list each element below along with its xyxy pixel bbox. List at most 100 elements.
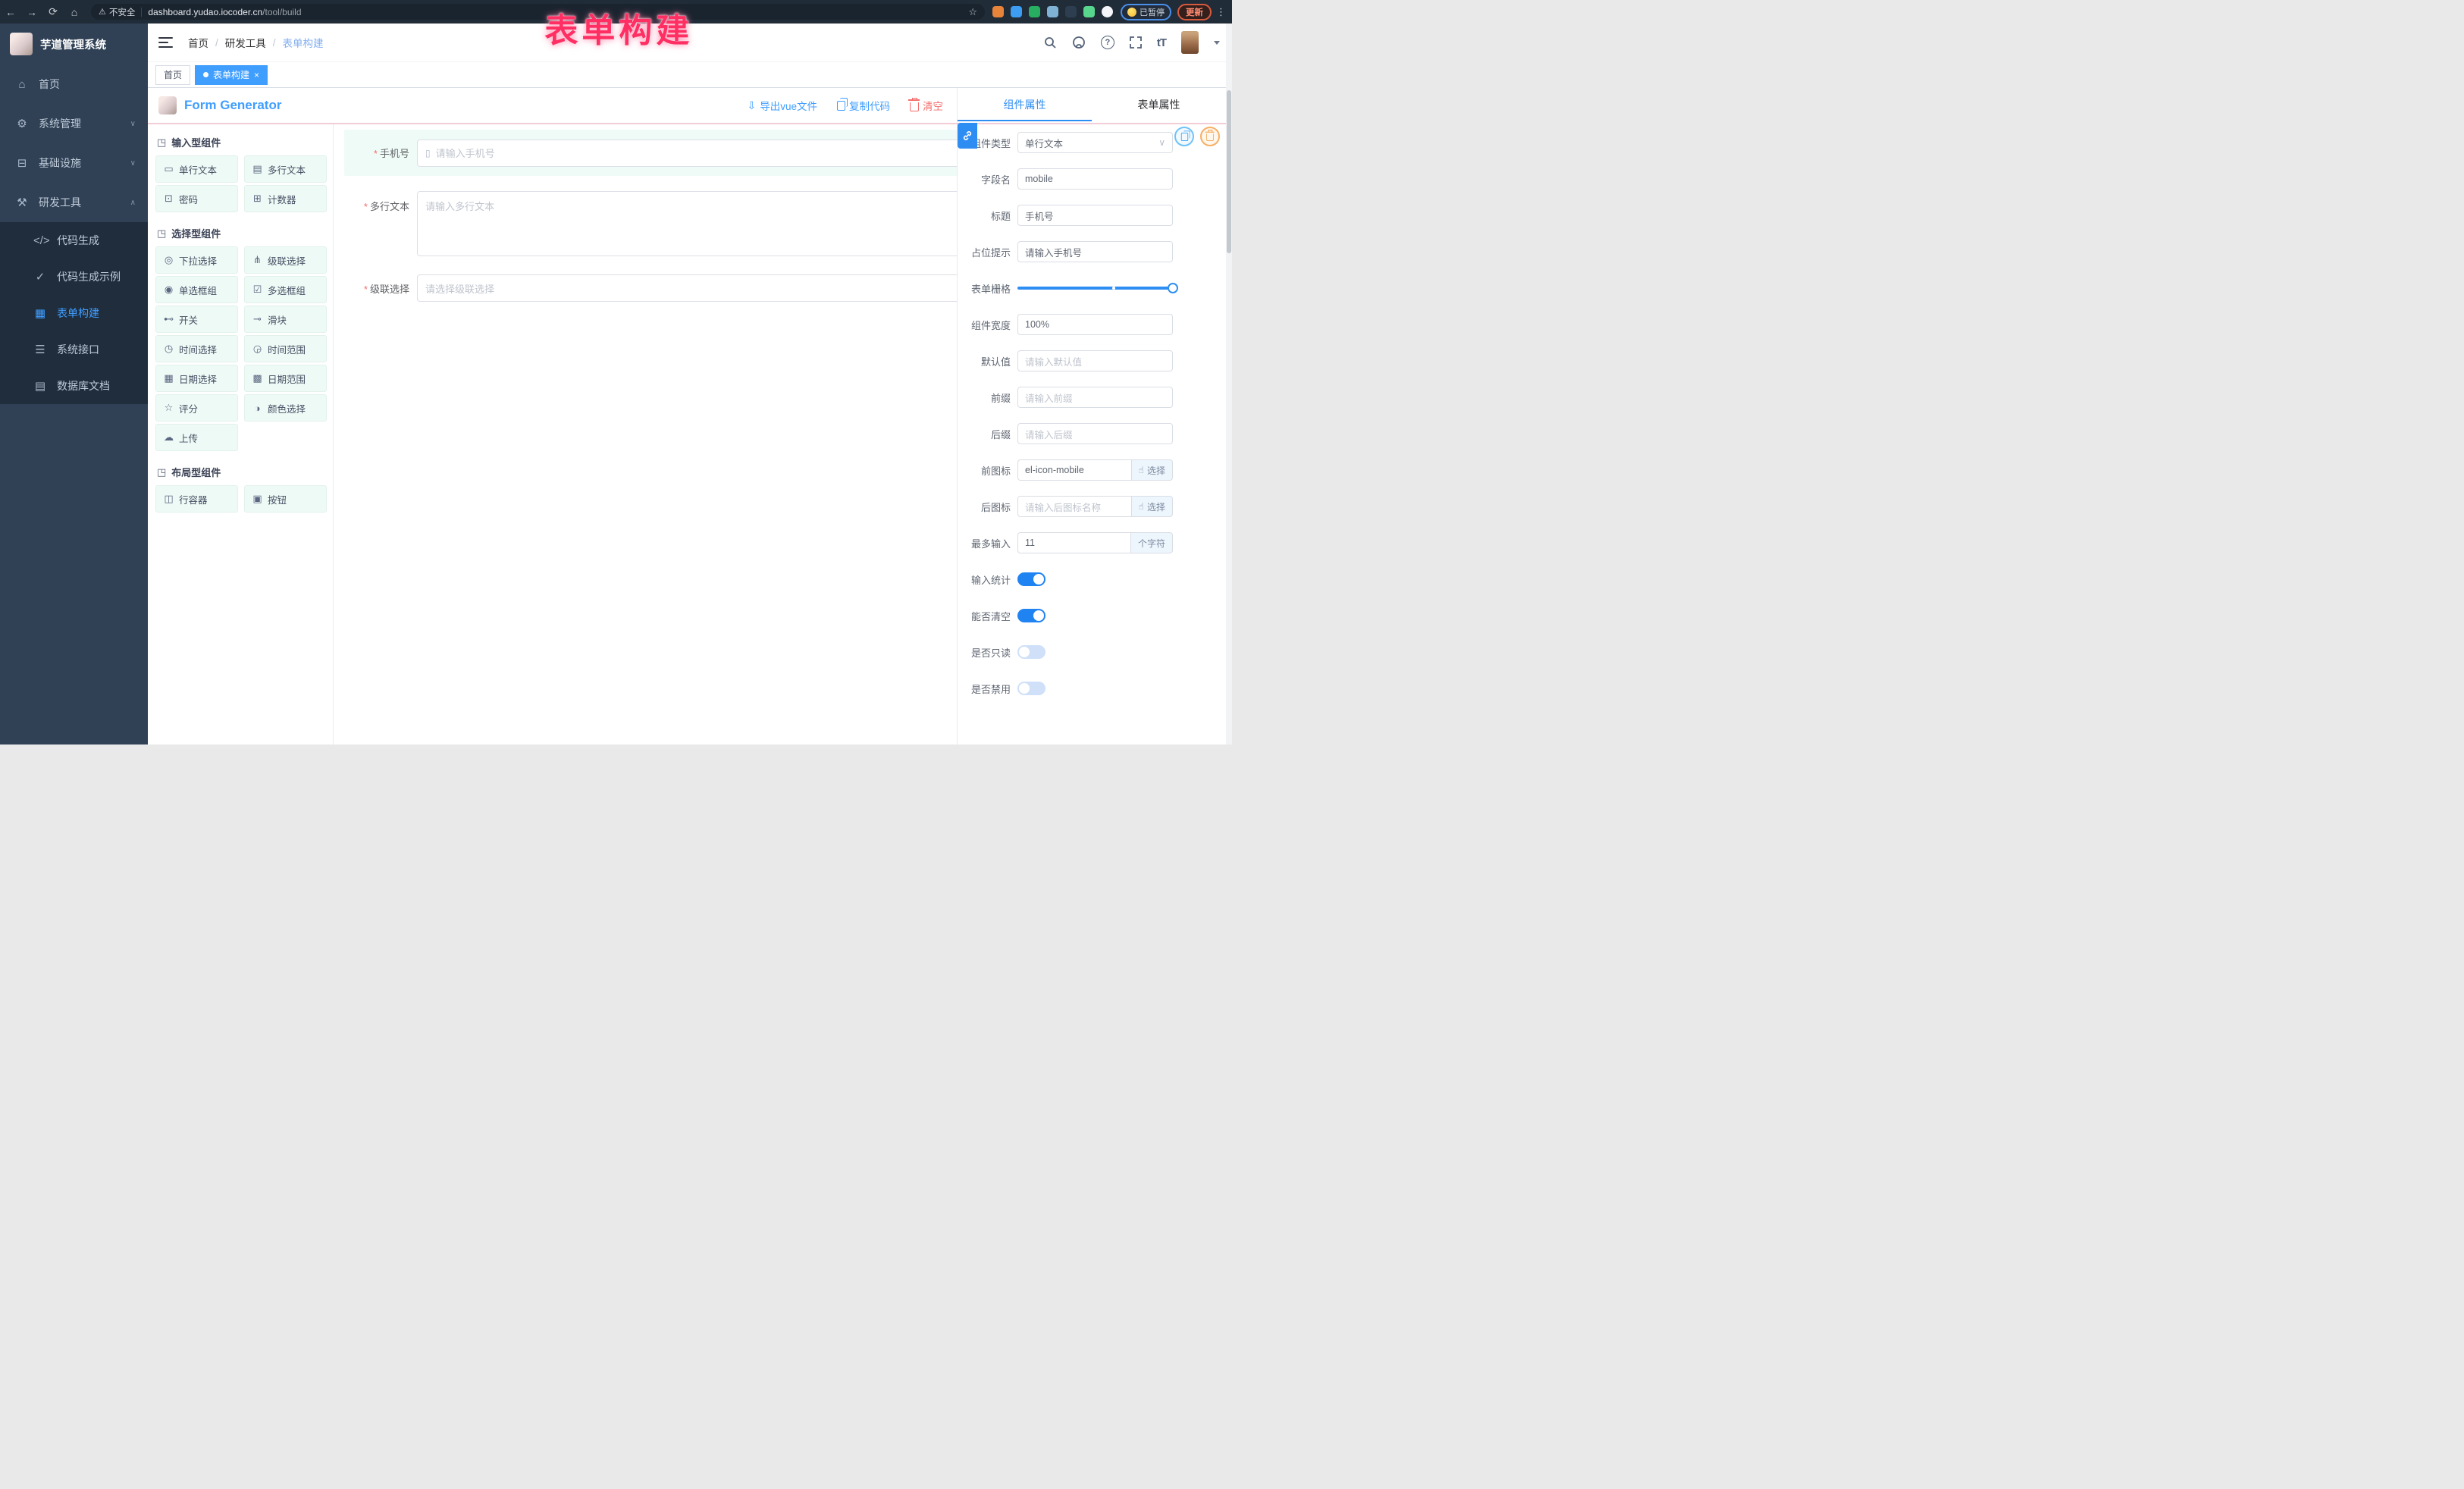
- input-前图标[interactable]: el-icon-mobile: [1017, 459, 1132, 481]
- required-asterisk: *: [364, 284, 368, 295]
- palette-item-评分[interactable]: ☆评分: [155, 394, 238, 422]
- extension-icon[interactable]: [1011, 6, 1022, 17]
- delete-field-button[interactable]: [1200, 127, 1220, 146]
- browser-menu-icon[interactable]: ⋮: [1216, 6, 1226, 18]
- input-icon: ▭: [163, 163, 174, 175]
- submenu-item-label: 系统接口: [57, 342, 99, 357]
- palette-item-时间范围[interactable]: ◶时间范围: [244, 335, 327, 362]
- sidebar-item-系统管理[interactable]: ⚙系统管理∨: [0, 104, 148, 143]
- input-字段名[interactable]: mobile: [1017, 168, 1173, 190]
- home-icon[interactable]: ⌂: [64, 6, 85, 18]
- sidebar-item-首页[interactable]: ⌂首页: [0, 64, 148, 104]
- tab-form-props[interactable]: 表单属性: [1092, 88, 1226, 121]
- extension-icon[interactable]: [992, 6, 1004, 17]
- caret-down-icon[interactable]: [1214, 41, 1220, 45]
- input-标题[interactable]: 手机号: [1017, 205, 1173, 226]
- update-button[interactable]: 更新: [1177, 4, 1212, 20]
- extension-icon[interactable]: [1083, 6, 1095, 17]
- panel-row-标题: 标题手机号: [962, 205, 1173, 226]
- input-后缀[interactable]: 请输入后缀: [1017, 423, 1173, 444]
- palette-item-多选框组[interactable]: ☑多选框组: [244, 276, 327, 303]
- paused-extension-badge[interactable]: 已暂停: [1121, 4, 1171, 20]
- slider-handle[interactable]: [1168, 283, 1178, 293]
- palette-item-行容器[interactable]: ◫行容器: [155, 485, 238, 513]
- palette-item-上传[interactable]: ☁上传: [155, 424, 238, 451]
- palette-item-开关[interactable]: ⊷开关: [155, 306, 238, 333]
- export-vue-button[interactable]: ⇩ 导出vue文件: [747, 98, 817, 113]
- breadcrumb-home[interactable]: 首页: [188, 35, 208, 50]
- submenu-item-代码生成[interactable]: </>代码生成: [0, 222, 148, 259]
- palette-item-时间选择[interactable]: ◷时间选择: [155, 335, 238, 362]
- search-icon[interactable]: [1044, 36, 1057, 49]
- palette-item-label: 密码: [179, 192, 198, 206]
- submenu-item-表单构建[interactable]: ▦表单构建: [0, 295, 148, 331]
- extension-icon[interactable]: [1065, 6, 1077, 17]
- breadcrumb: 首页 / 研发工具 / 表单构建: [188, 35, 324, 50]
- submenu-item-代码生成示例[interactable]: ✓代码生成示例: [0, 259, 148, 295]
- sidebar-item-研发工具[interactable]: ⚒研发工具∧: [0, 183, 148, 222]
- palette-item-密码[interactable]: ⊡密码: [155, 185, 238, 212]
- palette-item-计数器[interactable]: ⊞计数器: [244, 185, 327, 212]
- extension-icon[interactable]: [1047, 6, 1058, 17]
- palette-item-单行文本[interactable]: ▭单行文本: [155, 155, 238, 183]
- component-icon: ◳: [157, 136, 166, 149]
- extension-icon[interactable]: [1029, 6, 1040, 17]
- switch-是否只读[interactable]: [1017, 645, 1045, 659]
- scrollbar-thumb[interactable]: [1227, 90, 1231, 253]
- switch-输入统计[interactable]: [1017, 572, 1045, 586]
- divider: [141, 8, 142, 17]
- copy-field-button[interactable]: [1174, 127, 1194, 146]
- palette-item-下拉选择[interactable]: ◎下拉选择: [155, 246, 238, 274]
- code-icon: </>: [33, 234, 47, 247]
- forward-icon[interactable]: →: [21, 6, 42, 18]
- extension-icon[interactable]: [1102, 6, 1113, 17]
- palette-item-滑块[interactable]: ⊸滑块: [244, 306, 327, 333]
- copy-code-button[interactable]: 复制代码: [837, 98, 890, 113]
- switch-是否禁用[interactable]: [1017, 682, 1045, 695]
- input-默认值[interactable]: 请输入默认值: [1017, 350, 1173, 371]
- palette-item-多行文本[interactable]: ▤多行文本: [244, 155, 327, 183]
- input-最多输入[interactable]: 11: [1017, 532, 1131, 553]
- palette-item-label: 评分: [179, 401, 198, 415]
- form-grid-slider[interactable]: [1017, 287, 1173, 290]
- submenu-item-数据库文档[interactable]: ▤数据库文档: [0, 368, 148, 404]
- input-组件宽度[interactable]: 100%: [1017, 314, 1173, 335]
- panel-control: 请输入前缀: [1017, 387, 1173, 408]
- close-tab-icon[interactable]: ×: [254, 71, 259, 80]
- bookmark-star-icon[interactable]: ☆: [968, 6, 977, 18]
- append-选择[interactable]: ☝选择: [1132, 496, 1173, 517]
- help-icon[interactable]: ?: [1101, 36, 1114, 49]
- select-组件类型[interactable]: 单行文本∨: [1017, 132, 1173, 153]
- tab-home[interactable]: 首页: [155, 65, 190, 85]
- panel-label: 表单栅格: [962, 281, 1017, 296]
- append-选择[interactable]: ☝选择: [1132, 459, 1173, 481]
- github-icon[interactable]: [1072, 36, 1086, 49]
- tab-form-builder[interactable]: 表单构建 ×: [195, 65, 268, 85]
- sidebar-item-基础设施[interactable]: ⊟基础设施∨: [0, 143, 148, 183]
- link-icon[interactable]: [958, 123, 977, 149]
- address-bar[interactable]: ⚠ 不安全 dashboard.yudao.iocoder.cn /tool/b…: [91, 4, 985, 20]
- switch-能否清空[interactable]: [1017, 609, 1045, 622]
- palette-item-日期范围[interactable]: ▩日期范围: [244, 365, 327, 392]
- palette-item-颜色选择[interactable]: ◑颜色选择: [244, 394, 327, 422]
- fullscreen-icon[interactable]: [1130, 36, 1142, 49]
- input-前缀[interactable]: 请输入前缀: [1017, 387, 1173, 408]
- input-后图标[interactable]: 请输入后图标名称: [1017, 496, 1132, 517]
- append-个字符[interactable]: 个字符: [1131, 532, 1173, 553]
- clear-button[interactable]: 清空: [910, 98, 943, 113]
- back-icon[interactable]: ←: [0, 6, 21, 18]
- user-avatar[interactable]: [1181, 31, 1199, 54]
- palette-item-单选框组[interactable]: ◉单选框组: [155, 276, 238, 303]
- submenu-item-系统接口[interactable]: ☰系统接口: [0, 331, 148, 368]
- collapse-menu-icon[interactable]: [158, 37, 173, 48]
- palette-item-级联选择[interactable]: ⋔级联选择: [244, 246, 327, 274]
- palette-item-label: 滑块: [268, 312, 287, 327]
- tab-component-props[interactable]: 组件属性: [958, 88, 1092, 121]
- reload-icon[interactable]: ⟳: [42, 5, 64, 18]
- palette-item-按钮[interactable]: ▣按钮: [244, 485, 327, 513]
- app-logo-row[interactable]: 芋道管理系统: [0, 24, 148, 64]
- input-占位提示[interactable]: 请输入手机号: [1017, 241, 1173, 262]
- font-size-icon[interactable]: tT: [1157, 36, 1166, 49]
- breadcrumb-tools[interactable]: 研发工具: [225, 35, 266, 50]
- palette-item-日期选择[interactable]: ▦日期选择: [155, 365, 238, 392]
